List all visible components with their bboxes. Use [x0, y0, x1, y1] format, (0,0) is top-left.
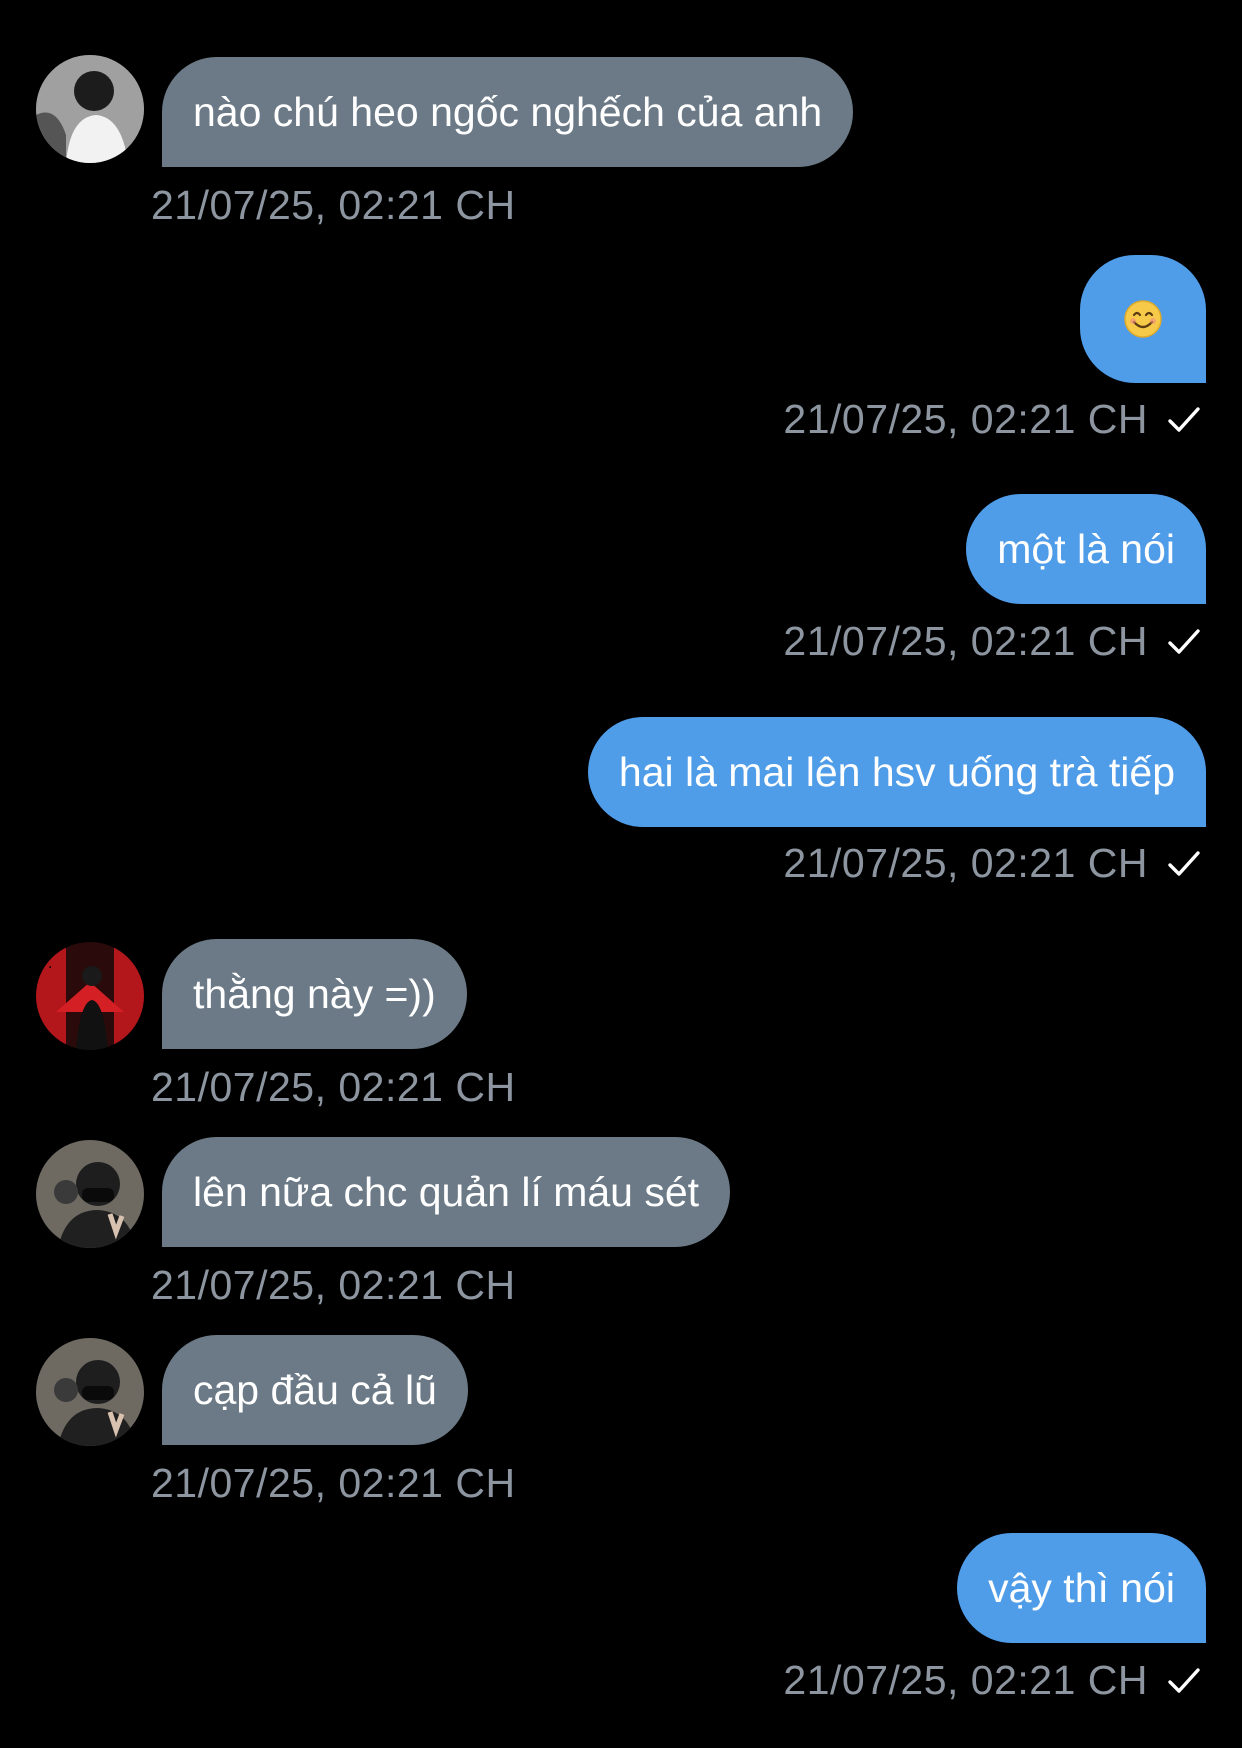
svg-text:·: · — [48, 960, 52, 976]
message-text: nào chú heo ngốc nghếch của anh — [193, 88, 823, 135]
incoming-message-bubble[interactable]: lên nữa chc quản lí máu sét — [162, 1137, 731, 1247]
sender-avatar[interactable]: · — [36, 942, 144, 1050]
message-status: 21/07/25, 02:21 CH — [783, 396, 1202, 443]
outgoing-message-bubble[interactable] — [1080, 255, 1206, 383]
checkmark-icon — [1168, 628, 1200, 654]
outgoing-message-bubble[interactable]: hai là mai lên hsv uống trà tiếp — [587, 717, 1206, 827]
message-text: hai là mai lên hsv uống trà tiếp — [618, 748, 1175, 795]
message-timestamp: 21/07/25, 02:21 CH — [783, 618, 1148, 664]
message-status: 21/07/25, 02:21 CH — [783, 840, 1202, 887]
smiling-face-emoji-icon — [1124, 300, 1162, 338]
checkmark-icon — [1168, 850, 1200, 876]
checkmark-icon — [1168, 406, 1200, 432]
message-status: 21/07/25, 02:21 CH — [783, 1657, 1202, 1704]
incoming-message-bubble[interactable]: cạp đầu cả lũ — [162, 1335, 468, 1445]
incoming-message-bubble[interactable]: nào chú heo ngốc nghếch của anh — [162, 57, 854, 167]
outgoing-message-bubble[interactable]: vậy thì nói — [957, 1533, 1206, 1643]
avatar-image — [36, 1338, 144, 1446]
message-timestamp: 21/07/25, 02:21 CH — [783, 1657, 1148, 1703]
message-timestamp: 21/07/25, 02:21 CH — [151, 1460, 516, 1506]
checkmark-icon — [1168, 1667, 1200, 1693]
outgoing-message-bubble[interactable]: một là nói — [966, 494, 1206, 604]
message-text: vậy thì nói — [988, 1564, 1175, 1611]
message-text: một là nói — [997, 525, 1175, 572]
message-timestamp: 21/07/25, 02:21 CH — [783, 840, 1148, 886]
avatar-image — [36, 1140, 144, 1248]
message-status: 21/07/25, 02:21 CH — [783, 618, 1202, 665]
message-text: cạp đầu cả lũ — [193, 1366, 437, 1413]
message-timestamp: 21/07/25, 02:21 CH — [151, 1064, 516, 1110]
message-timestamp: 21/07/25, 02:21 CH — [151, 1262, 516, 1308]
message-timestamp: 21/07/25, 02:21 CH — [151, 182, 516, 228]
message-text: thằng này =)) — [193, 970, 436, 1017]
incoming-message-bubble[interactable]: thằng này =)) — [162, 939, 467, 1049]
sender-avatar[interactable] — [36, 1338, 144, 1446]
avatar-image — [36, 55, 144, 163]
message-timestamp: 21/07/25, 02:21 CH — [783, 396, 1148, 442]
message-text: lên nữa chc quản lí máu sét — [193, 1168, 700, 1215]
sender-avatar[interactable] — [36, 1140, 144, 1248]
avatar-image: · — [36, 942, 144, 1050]
sender-avatar[interactable] — [36, 55, 144, 163]
